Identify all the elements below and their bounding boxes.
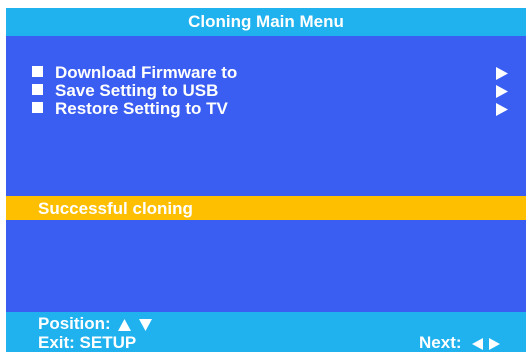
menu-item-label: Restore Setting to TV <box>55 99 228 118</box>
menu-list: Download Firmware to Save Setting to USB… <box>32 64 508 118</box>
status-message: Successful cloning <box>38 199 193 218</box>
menu-item-save-setting[interactable]: Save Setting to USB <box>32 82 508 100</box>
triangle-right-icon <box>489 337 500 350</box>
menu-panel: Download Firmware to Save Setting to USB… <box>6 36 526 196</box>
osd-screen: Cloning Main Menu Download Firmware to S… <box>6 8 526 352</box>
arrow-right-icon <box>496 67 508 80</box>
menu-item-label: Save Setting to USB <box>55 81 219 100</box>
exit-label: Exit: SETUP <box>38 333 137 352</box>
position-label: Position: <box>38 314 111 333</box>
square-bullet-icon <box>32 102 43 113</box>
triangle-up-icon <box>118 318 132 331</box>
triangle-left-icon <box>472 337 484 350</box>
square-bullet-icon <box>32 84 43 95</box>
menu-title: Cloning Main Menu <box>188 12 344 31</box>
next-label: Next: <box>419 333 462 352</box>
arrow-right-icon <box>496 103 508 116</box>
status-bar: Successful cloning <box>6 196 526 220</box>
lower-panel <box>6 220 526 312</box>
position-hint: Position: <box>38 314 153 333</box>
square-bullet-icon <box>32 66 43 77</box>
menu-title-bar: Cloning Main Menu <box>6 8 526 36</box>
menu-item-download-firmware[interactable]: Download Firmware to <box>32 64 508 82</box>
menu-item-label: Download Firmware to <box>55 63 238 82</box>
exit-hint: Exit: SETUP <box>38 334 136 352</box>
triangle-down-icon <box>139 318 153 331</box>
arrow-right-icon <box>496 85 508 98</box>
next-hint: Next: <box>419 334 500 352</box>
menu-item-restore-setting[interactable]: Restore Setting to TV <box>32 100 508 118</box>
footer-hints: Position: Exit: SETUP Next: <box>6 312 526 352</box>
